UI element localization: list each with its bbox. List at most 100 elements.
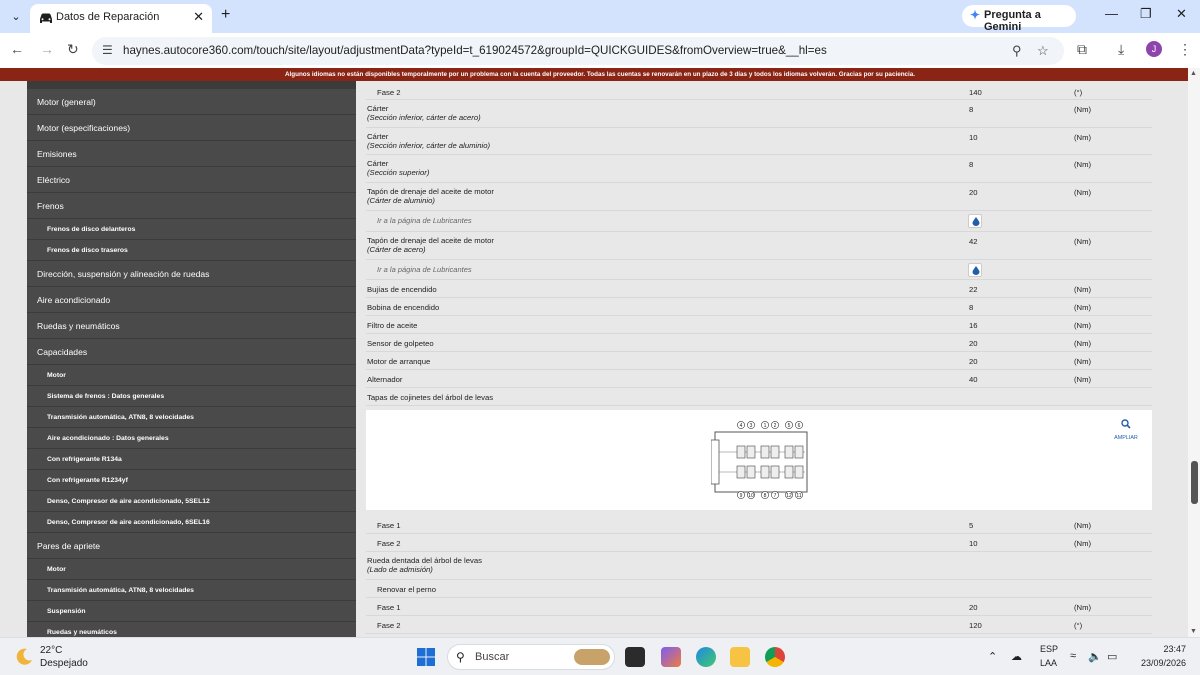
bolt-number-label: 4 — [740, 423, 743, 429]
copilot-app-icon[interactable] — [661, 647, 681, 667]
gemini-label: Pregunta a Gemini — [984, 9, 1041, 33]
keyboard-language[interactable]: ESP — [1040, 644, 1058, 654]
edge-app-icon[interactable] — [696, 647, 716, 667]
component-name: Cárter (Sección superior) — [367, 159, 429, 177]
component-label: Alternador — [367, 375, 403, 384]
torque-row: Filtro de aceite 16 (Nm) — [366, 316, 1152, 334]
sidebar-item[interactable]: Transmisión automática, ATN8, 8 velocida… — [27, 407, 356, 428]
component-subtitle: (Lado de admisión) — [367, 565, 433, 574]
sidebar-item[interactable]: Con refrigerante R134a — [27, 449, 356, 470]
torque-row: Tapón de drenaje del aceite de motor (Cár… — [366, 183, 1152, 211]
address-bar[interactable]: ☰ haynes.autocore360.com/touch/site/layo… — [92, 37, 1064, 65]
oil-drop-button[interactable] — [968, 263, 982, 277]
sidebar-item[interactable]: Eléctrico — [27, 167, 356, 193]
sidebar-item[interactable]: Emisiones — [27, 141, 356, 167]
bolt-number-label: 6 — [798, 423, 801, 429]
sidebar-item[interactable]: Motor — [27, 365, 356, 386]
scroll-thumb[interactable] — [1191, 461, 1198, 504]
sidebar-item[interactable]: Denso, Compresor de aire acondicionado, … — [27, 512, 356, 533]
lubricants-link-row[interactable]: Ir a la página de Lubricantes — [366, 260, 1152, 280]
sidebar-item[interactable]: Frenos de disco delanteros — [27, 219, 356, 240]
component-name: Fase 1 — [377, 521, 401, 530]
clock-time[interactable]: 23:47 — [1150, 644, 1186, 654]
browser-tab[interactable]: Datos de Reparación ✕ — [30, 4, 212, 33]
sidebar-item[interactable]: Pares de apriete — [27, 533, 356, 559]
weather-description[interactable]: Despejado — [40, 658, 88, 669]
taskbar-search[interactable]: ⚲ Buscar — [447, 644, 615, 670]
tab-search-chevron-down-icon[interactable]: ⌄ — [6, 7, 26, 27]
battery-icon[interactable]: ▭ — [1107, 650, 1117, 663]
windows-start-icon[interactable] — [417, 648, 435, 666]
torque-row: Bujías de encendido 22 (Nm) — [366, 280, 1152, 298]
lubricants-link[interactable]: Ir a la página de Lubricantes — [377, 216, 472, 225]
clock-date[interactable]: 23/09/2026 — [1130, 658, 1186, 668]
menu-dots-icon[interactable]: ⋮ — [1178, 41, 1192, 58]
sidebar-item[interactable]: Denso, Compresor de aire acondicionado, … — [27, 491, 356, 512]
oil-drop-icon — [972, 217, 980, 226]
component-subtitle: (Cárter de acero) — [367, 245, 426, 254]
sidebar-item[interactable]: Con refrigerante R1234yf — [27, 470, 356, 491]
avatar[interactable]: J — [1146, 41, 1162, 57]
torque-value: 16 — [969, 321, 978, 330]
minimize-icon[interactable]: — — [1105, 6, 1118, 21]
torque-row: Fase 2 140 (°) — [366, 83, 1152, 100]
component-name: Rueda dentada del árbol de levas (Lado de… — [367, 556, 482, 574]
scroll-up-icon[interactable]: ▲ — [1190, 70, 1197, 77]
torque-value: 8 — [969, 160, 974, 169]
torque-unit: (Nm) — [1074, 603, 1092, 612]
component-label: Tapón de drenaje del aceite de motor — [367, 236, 494, 245]
file-explorer-icon[interactable] — [730, 647, 750, 667]
close-icon[interactable]: ✕ — [193, 9, 204, 25]
component-label: Fase 1 — [377, 603, 401, 612]
sidebar-item[interactable]: Motor — [27, 559, 356, 580]
keyboard-layout[interactable]: LAA — [1040, 658, 1057, 668]
sidebar-item[interactable]: Sistema de frenos : Datos generales — [27, 386, 356, 407]
weather-temperature[interactable]: 22°C — [40, 645, 62, 656]
sidebar-item[interactable]: Aire acondicionado — [27, 287, 356, 313]
chevron-up-icon[interactable]: ⌃ — [988, 650, 997, 663]
torque-unit: (Nm) — [1074, 539, 1092, 548]
restore-icon[interactable]: ❐ — [1140, 6, 1152, 22]
oil-drop-button[interactable] — [968, 214, 982, 228]
component-name: Fase 2 — [377, 88, 401, 97]
extensions-icon[interactable]: ⧉ — [1077, 41, 1087, 58]
download-icon[interactable]: ⤓ — [1118, 41, 1124, 58]
sidebar-item[interactable]: Frenos — [27, 193, 356, 219]
sidebar-item[interactable]: Frenos de disco traseros — [27, 240, 356, 261]
sidebar-item[interactable]: Motor (general) — [27, 89, 356, 115]
sidebar-item[interactable]: Transmisión automática, ATN8, 8 velocida… — [27, 580, 356, 601]
torque-value: 22 — [969, 285, 978, 294]
volume-icon[interactable]: 🔈 — [1088, 650, 1102, 663]
sidebar-item[interactable]: Aire acondicionado : Datos generales — [27, 428, 356, 449]
plus-icon[interactable]: + — [221, 6, 230, 24]
cloud-icon[interactable]: ☁ — [1011, 650, 1022, 663]
torque-row: Fase 2 10 (Nm) — [366, 534, 1152, 552]
sidebar-item[interactable]: Ruedas y neumáticos — [27, 622, 356, 637]
lubricants-link[interactable]: Ir a la página de Lubricantes — [377, 265, 472, 274]
lubricants-link-row[interactable]: Ir a la página de Lubricantes — [366, 211, 1152, 232]
zoom-button[interactable]: AMPLIAR — [1105, 415, 1147, 445]
sidebar-item[interactable]: Capacidades — [27, 339, 356, 365]
zoom-out-icon[interactable]: ⚲ — [1012, 43, 1022, 59]
sidebar-item[interactable]: Dirección, suspensión y alineación de ru… — [27, 261, 356, 287]
forward-icon[interactable]: → — [40, 41, 54, 57]
chrome-app-icon[interactable] — [765, 647, 785, 667]
star-icon[interactable]: ☆ — [1037, 43, 1049, 59]
terminal-app-icon[interactable] — [625, 647, 645, 667]
tab-strip: ⌄ Datos de Reparación ✕ + ✦ Pregunta a G… — [0, 0, 1200, 33]
window-close-icon[interactable]: ✕ — [1176, 6, 1187, 22]
sidebar-item[interactable]: Motor (especificaciones) — [27, 115, 356, 141]
page-scrollbar[interactable]: ▲ ▼ — [1188, 68, 1200, 637]
torque-row: Sensor de golpeteo 20 (Nm) — [366, 334, 1152, 352]
back-icon[interactable]: ← — [10, 41, 24, 57]
url-text[interactable]: haynes.autocore360.com/touch/site/layout… — [123, 44, 827, 57]
sidebar-item[interactable]: Suspensión — [27, 601, 356, 622]
wifi-icon[interactable]: ≈ — [1070, 650, 1076, 662]
gemini-button[interactable]: ✦ Pregunta a Gemini — [962, 5, 1076, 33]
scroll-down-icon[interactable]: ▼ — [1190, 628, 1197, 635]
component-label: Fase 2 — [377, 539, 401, 548]
sidebar-item[interactable]: Ruedas y neumáticos — [27, 313, 356, 339]
reload-icon[interactable]: ↻ — [67, 41, 79, 58]
moon-icon — [16, 648, 32, 665]
tune-icon[interactable]: ☰ — [102, 43, 113, 57]
